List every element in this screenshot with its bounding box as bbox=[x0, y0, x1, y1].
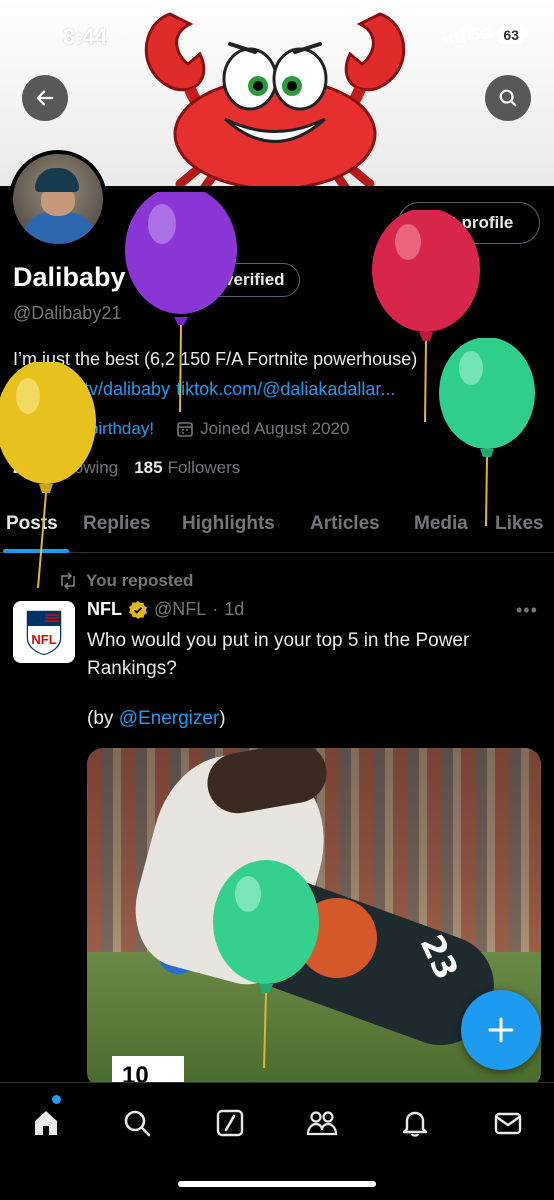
battery-icon: 63 bbox=[498, 26, 528, 44]
display-name: Dalibaby bbox=[13, 262, 126, 292]
compose-button[interactable] bbox=[461, 990, 541, 1070]
search-icon bbox=[499, 89, 517, 107]
joined-item: Joined August 2020 bbox=[176, 419, 349, 439]
notifications-icon bbox=[402, 1111, 428, 1137]
more-options-icon[interactable]: ••• bbox=[516, 600, 538, 621]
followers-count: 185 bbox=[134, 458, 163, 477]
signal-icon bbox=[443, 27, 466, 43]
search-button[interactable] bbox=[485, 75, 531, 121]
green-balloon-right bbox=[439, 338, 535, 527]
post-header: NFL @NFL · 1d bbox=[87, 599, 244, 620]
mention-energizer[interactable]: @Energizer bbox=[119, 708, 220, 729]
back-arrow-icon bbox=[36, 90, 54, 106]
tab-articles[interactable]: Articles bbox=[310, 513, 380, 535]
nav-notifications[interactable] bbox=[395, 1103, 435, 1143]
followers-label: Followers bbox=[167, 458, 241, 477]
communities-icon bbox=[306, 1111, 338, 1136]
plus-icon bbox=[488, 1017, 514, 1043]
nav-communities[interactable] bbox=[302, 1103, 342, 1143]
profile-handle: @Dalibaby21 bbox=[13, 303, 122, 323]
battery-level: 63 bbox=[503, 27, 519, 43]
messages-icon bbox=[494, 1112, 522, 1135]
svg-text:NFL: NFL bbox=[31, 632, 56, 647]
home-icon bbox=[35, 1111, 57, 1135]
nfl-logo: NFL bbox=[25, 609, 63, 657]
post-age: 1d bbox=[224, 599, 245, 619]
post-byline: (by @Energizer) bbox=[87, 708, 226, 730]
network-label: 5G bbox=[471, 26, 493, 43]
status-bar: 3:44 5G 63 bbox=[0, 0, 554, 70]
followers-link[interactable]: 185 Followers bbox=[134, 458, 240, 478]
repost-label: You reposted bbox=[86, 571, 194, 590]
post-text: Who would you put in your top 5 in the P… bbox=[87, 630, 470, 679]
byline-suffix: ) bbox=[219, 708, 226, 729]
joined-text: Joined August 2020 bbox=[200, 419, 350, 438]
nav-home[interactable] bbox=[26, 1103, 66, 1143]
purple-balloon bbox=[125, 192, 237, 413]
profile-avatar[interactable] bbox=[9, 150, 107, 248]
home-notification-dot bbox=[52, 1095, 61, 1104]
nav-messages[interactable] bbox=[488, 1103, 528, 1143]
status-time: 3:44 bbox=[63, 24, 108, 49]
status-indicators: 5G 63 bbox=[443, 26, 528, 44]
back-button[interactable] bbox=[22, 75, 68, 121]
post-separator: · bbox=[212, 599, 219, 619]
byline-prefix: (by bbox=[87, 708, 119, 729]
search-icon bbox=[124, 1110, 151, 1137]
nfl-avatar[interactable]: NFL bbox=[13, 601, 75, 663]
yellow-balloon bbox=[0, 362, 96, 589]
green-balloon-center bbox=[213, 860, 319, 1069]
grok-icon bbox=[216, 1109, 244, 1137]
post-author[interactable]: NFL bbox=[87, 599, 122, 620]
calendar-icon bbox=[177, 422, 193, 437]
home-indicator[interactable] bbox=[178, 1181, 376, 1187]
tab-highlights[interactable]: Highlights bbox=[182, 513, 275, 535]
gold-verified-icon bbox=[129, 600, 147, 619]
nav-grok[interactable] bbox=[210, 1103, 250, 1143]
nav-search[interactable] bbox=[117, 1103, 157, 1143]
post-handle: @NFL bbox=[154, 599, 207, 619]
